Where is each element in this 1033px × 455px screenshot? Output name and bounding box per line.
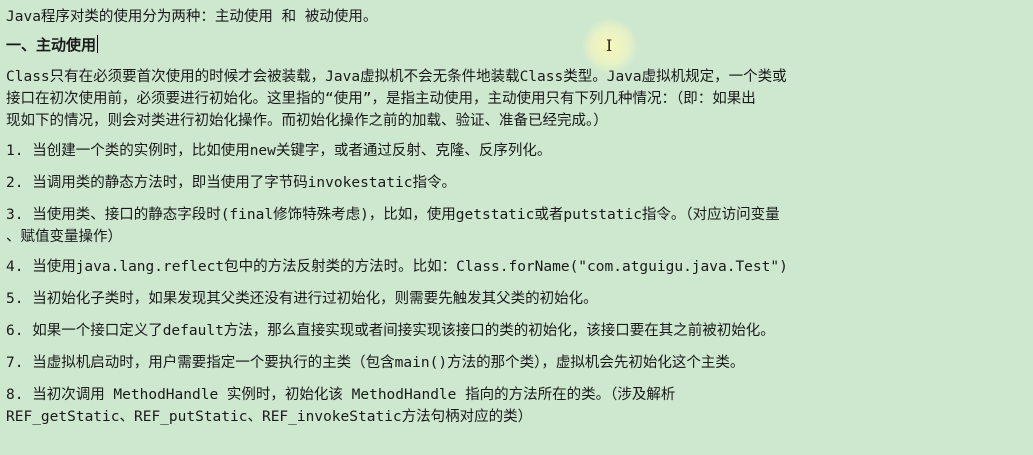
list-item-line: 1. 当创建一个类的实例时，比如使用new关键字，或者通过反射、克隆、反序列化。 bbox=[6, 143, 552, 159]
paragraph-line: Class只有在必须要首次使用的时候才会被装载，Java虚拟机不会无条件地装载C… bbox=[6, 69, 787, 85]
intro-line: Java程序对类的使用分为两种：主动使用 和 被动使用。 bbox=[6, 9, 378, 25]
list-item-1: 1. 当创建一个类的实例时，比如使用new关键字，或者通过反射、克隆、反序列化。 bbox=[6, 140, 1027, 162]
paragraph-line: 接口在初次使用前，必须要进行初始化。这里指的“使用”，是指主动使用，主动使用只有… bbox=[6, 91, 756, 107]
list-item-line: 、赋值变量操作） bbox=[6, 229, 122, 245]
text-caret bbox=[97, 35, 99, 53]
paragraph-line: 现如下的情况，则会对类进行初始化操作。而初始化操作之前的加载、验证、准备已经完成… bbox=[6, 113, 608, 129]
list-item-4: 4. 当使用java.lang.reflect包中的方法反射类的方法时。比如：C… bbox=[6, 256, 1027, 278]
text-cursor-icon: I bbox=[606, 36, 613, 55]
list-item-2: 2. 当调用类的静态方法时，即当使用了字节码invokestatic指令。 bbox=[6, 172, 1027, 194]
list-item-line: 5. 当初始化子类时，如果发现其父类还没有进行过初始化，则需要先触发其父类的初始… bbox=[6, 291, 598, 307]
list-item-6: 6. 如果一个接口定义了default方法，那么直接实现或者间接实现该接口的类的… bbox=[6, 320, 1027, 342]
document-body: Java程序对类的使用分为两种：主动使用 和 被动使用。 一、主动使用 Clas… bbox=[0, 0, 1033, 455]
list-item-3: 3. 当使用类、接口的静态字段时(final修饰特殊考虑)，比如，使用getst… bbox=[6, 204, 1027, 248]
list-item-line: 4. 当使用java.lang.reflect包中的方法反射类的方法时。比如：C… bbox=[6, 259, 788, 275]
list-item-line: 6. 如果一个接口定义了default方法，那么直接实现或者间接实现该接口的类的… bbox=[6, 323, 775, 339]
list-item-line: 2. 当调用类的静态方法时，即当使用了字节码invokestatic指令。 bbox=[6, 175, 456, 191]
list-item-7: 7. 当虚拟机启动时，用户需要指定一个要执行的主类（包含main()方法的那个类… bbox=[6, 352, 1027, 374]
list-item-8: 8. 当初次调用 MethodHandle 实例时，初始化该 MethodHan… bbox=[6, 384, 1027, 428]
list-item-line: 7. 当虚拟机启动时，用户需要指定一个要执行的主类（包含main()方法的那个类… bbox=[6, 355, 745, 371]
list-item-5: 5. 当初始化子类时，如果发现其父类还没有进行过初始化，则需要先触发其父类的初始… bbox=[6, 288, 1027, 310]
section-heading: 一、主动使用 bbox=[6, 34, 1027, 56]
list-item-line: 3. 当使用类、接口的静态字段时(final修饰特殊考虑)，比如，使用getst… bbox=[6, 207, 780, 223]
list-item-line: REF_getStatic、REF_putStatic、REF_invokeSt… bbox=[6, 409, 533, 425]
description-paragraph: Class只有在必须要首次使用的时候才会被装载，Java虚拟机不会无条件地装载C… bbox=[6, 66, 1027, 132]
heading-text: 一、主动使用 bbox=[6, 36, 97, 54]
list-item-line: 8. 当初次调用 MethodHandle 实例时，初始化该 MethodHan… bbox=[6, 387, 676, 403]
